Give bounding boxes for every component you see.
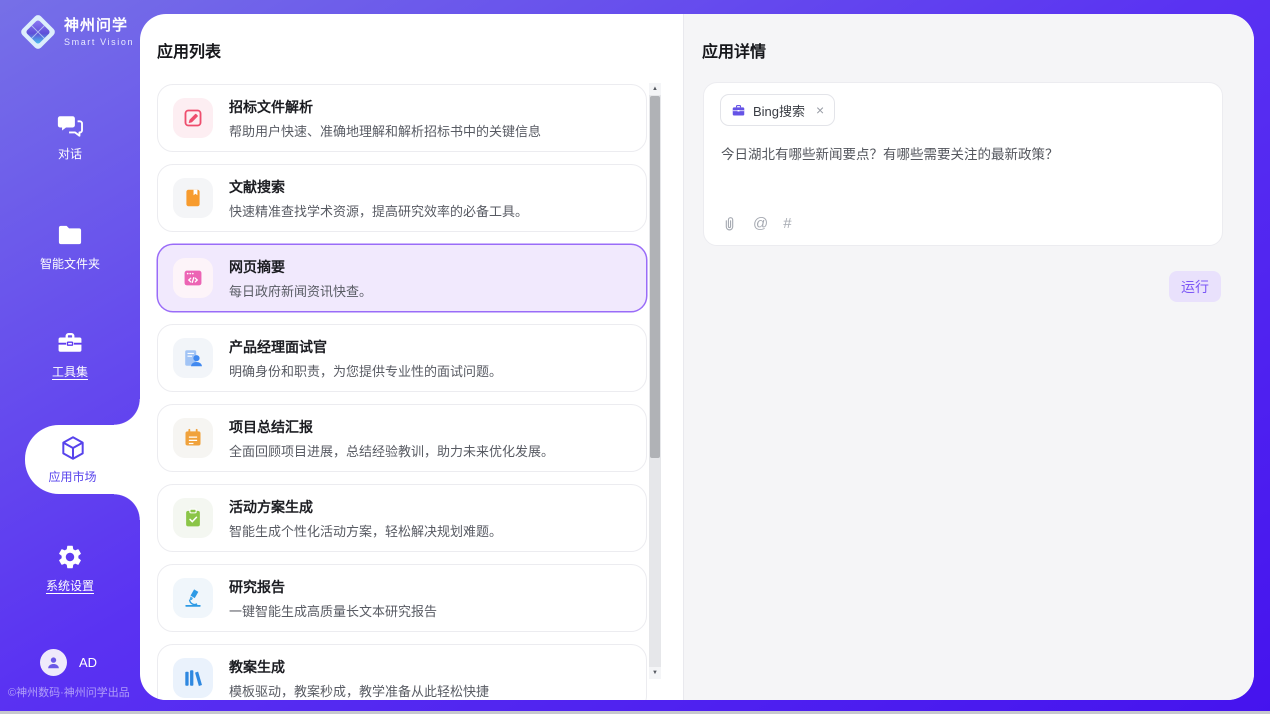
app-card-web-summary[interactable]: 网页摘要 每日政府新闻资讯快查。 <box>157 244 647 312</box>
brand-tagline: Smart Vision <box>64 37 134 47</box>
app-card-research-report[interactable]: 研究报告 一键智能生成高质量长文本研究报告 <box>157 564 647 632</box>
prompt-card: Bing搜索 × 今日湖北有哪些新闻要点？有哪些需要关注的最新政策？ @ # <box>703 82 1223 246</box>
user-initials: AD <box>79 655 97 670</box>
app-list-panel: 应用列表 招标文件解析 帮助用户快速、准确地理解和解析招标书中的关键信息 文献搜… <box>140 14 683 700</box>
app-name: 研究报告 <box>229 577 437 597</box>
book-icon <box>173 178 213 218</box>
tool-tag-bing-search[interactable]: Bing搜索 × <box>720 94 835 126</box>
brand-logo: 神州问学 Smart Vision <box>17 11 134 53</box>
app-name: 网页摘要 <box>229 257 372 277</box>
app-list-title: 应用列表 <box>157 38 221 62</box>
user-profile[interactable]: AD <box>40 649 97 676</box>
scroll-up-icon[interactable]: ▲ <box>649 83 661 95</box>
app-description: 一键智能生成高质量长文本研究报告 <box>229 601 437 620</box>
app-card-lesson-plan-generation[interactable]: 教案生成 模板驱动，教案秒成，教学准备从此轻松快捷 <box>157 644 647 700</box>
toolbox-icon <box>56 329 84 357</box>
app-description: 帮助用户快速、准确地理解和解析招标书中的关键信息 <box>229 121 541 140</box>
brand-logo-icon <box>17 11 59 53</box>
avatar <box>40 649 67 676</box>
sidebar-item-system-settings[interactable]: 系统设置 <box>0 538 140 598</box>
close-icon[interactable]: × <box>816 103 824 117</box>
app-name: 项目总结汇报 <box>229 417 554 437</box>
gear-icon <box>56 543 84 571</box>
brand-name: 神州问学 <box>64 17 134 35</box>
app-name: 招标文件解析 <box>229 97 541 117</box>
app-card-literature-search[interactable]: 文献搜索 快速精准查找学术资源，提高研究效率的必备工具。 <box>157 164 647 232</box>
copyright: ©神州数码·神州问学出品 <box>8 684 130 700</box>
sidebar-item-label: 对话 <box>58 145 82 162</box>
scrollbar-thumb[interactable] <box>650 96 660 458</box>
app-detail-title: 应用详情 <box>702 38 766 62</box>
app-description: 全面回顾项目进展，总结经验教训，助力未来优化发展。 <box>229 441 554 460</box>
sidebar-item-chat[interactable]: 对话 <box>0 106 140 166</box>
app-description: 模板驱动，教案秒成，教学准备从此轻松快捷 <box>229 681 489 700</box>
app-description: 智能生成个性化活动方案，轻松解决规划难题。 <box>229 521 502 540</box>
scrollbar[interactable]: ▲ ▼ <box>649 83 661 679</box>
app-name: 活动方案生成 <box>229 497 502 517</box>
app-card-bid-document-parsing[interactable]: 招标文件解析 帮助用户快速、准确地理解和解析招标书中的关键信息 <box>157 84 647 152</box>
app-window: 神州问学 Smart Vision 对话 智能文件夹 工具集 应用市场 系统设置… <box>0 0 1270 714</box>
app-card-pm-interviewer[interactable]: 产品经理面试官 明确身份和职责，为您提供专业性的面试问题。 <box>157 324 647 392</box>
composer-toolbar: @ # <box>721 215 792 232</box>
app-description: 快速精准查找学术资源，提高研究效率的必备工具。 <box>229 201 528 220</box>
person-icon <box>45 654 62 671</box>
tool-tag-label: Bing搜索 <box>753 101 805 120</box>
paperclip-icon[interactable] <box>721 215 738 232</box>
app-description: 每日政府新闻资讯快查。 <box>229 281 372 300</box>
app-description: 明确身份和职责，为您提供专业性的面试问题。 <box>229 361 502 380</box>
query-input[interactable]: 今日湖北有哪些新闻要点？有哪些需要关注的最新政策？ <box>721 145 1205 165</box>
mention-icon[interactable]: @ <box>753 216 768 231</box>
sidebar: 神州问学 Smart Vision 对话 智能文件夹 工具集 应用市场 系统设置… <box>0 0 140 714</box>
chat-icon <box>56 111 84 139</box>
folder-icon <box>56 221 84 249</box>
report-note-icon <box>173 418 213 458</box>
sidebar-item-label: 智能文件夹 <box>40 255 100 272</box>
web-code-icon <box>173 258 213 298</box>
sidebar-item-app-market[interactable]: 应用市场 <box>25 425 140 494</box>
app-name: 产品经理面试官 <box>229 337 502 357</box>
app-list: 招标文件解析 帮助用户快速、准确地理解和解析招标书中的关键信息 文献搜索 快速精… <box>157 84 647 700</box>
app-name: 文献搜索 <box>229 177 528 197</box>
sidebar-item-label: 应用市场 <box>48 468 96 485</box>
research-icon <box>173 578 213 618</box>
sidebar-item-label: 系统设置 <box>46 577 94 594</box>
briefcase-icon <box>731 103 746 118</box>
app-name: 教案生成 <box>229 657 489 677</box>
run-button[interactable]: 运行 <box>1169 271 1221 302</box>
clipboard-check-icon <box>173 498 213 538</box>
sidebar-item-label: 工具集 <box>52 363 88 380</box>
interviewer-icon <box>173 338 213 378</box>
books-icon <box>173 658 213 698</box>
app-detail-panel: 应用详情 Bing搜索 × 今日湖北有哪些新闻要点？有哪些需要关注的最新政策？ … <box>683 14 1254 700</box>
sidebar-item-smart-folders[interactable]: 智能文件夹 <box>0 216 140 276</box>
scroll-down-icon[interactable]: ▼ <box>649 667 661 679</box>
app-card-project-summary-report[interactable]: 项目总结汇报 全面回顾项目进展，总结经验教训，助力未来优化发展。 <box>157 404 647 472</box>
document-edit-icon <box>173 98 213 138</box>
app-card-event-plan-generation[interactable]: 活动方案生成 智能生成个性化活动方案，轻松解决规划难题。 <box>157 484 647 552</box>
brand-text: 神州问学 Smart Vision <box>64 17 134 47</box>
cube-icon <box>59 434 87 462</box>
hashtag-icon[interactable]: # <box>783 216 791 231</box>
main-panel: 应用列表 招标文件解析 帮助用户快速、准确地理解和解析招标书中的关键信息 文献搜… <box>140 14 1254 700</box>
sidebar-item-toolset[interactable]: 工具集 <box>0 324 140 384</box>
